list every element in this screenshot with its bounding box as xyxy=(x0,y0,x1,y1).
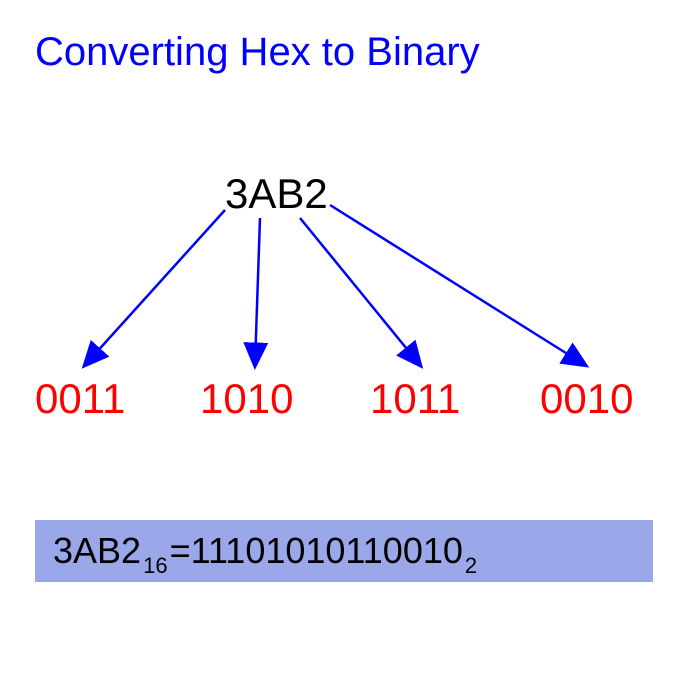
result-hex: 3AB2 xyxy=(53,530,141,572)
binary-group-2: 1011 xyxy=(370,375,460,423)
hex-value: 3AB2 xyxy=(225,170,328,218)
slide-title: Converting Hex to Binary xyxy=(35,30,480,75)
result-binary: 11101010110010 xyxy=(191,530,463,572)
result-binary-base: 2 xyxy=(465,553,477,579)
result-equals: = xyxy=(170,530,191,572)
result-hex-base: 16 xyxy=(143,553,167,579)
result-equation: 3AB2 16 = 11101010110010 2 xyxy=(53,530,479,572)
binary-group-1: 1010 xyxy=(200,375,293,423)
binary-group-0: 0011 xyxy=(35,375,125,423)
result-box: 3AB2 16 = 11101010110010 2 xyxy=(35,520,653,582)
binary-group-3: 0010 xyxy=(540,375,633,423)
arrows-diagram xyxy=(0,0,700,689)
